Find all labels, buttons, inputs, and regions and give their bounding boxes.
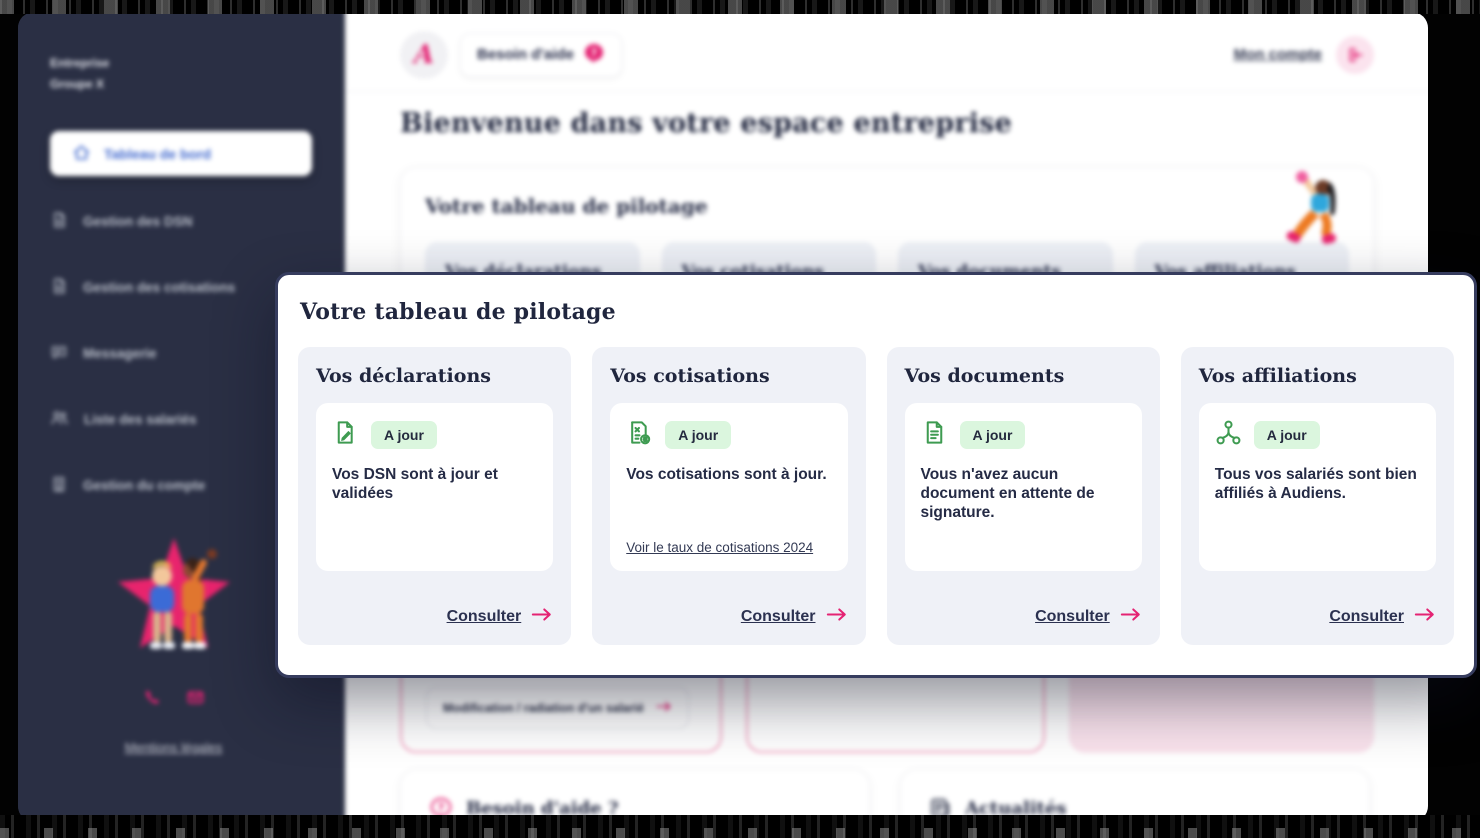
status-badge: A jour <box>960 421 1026 449</box>
card-status-box: A jour Vos DSN sont à jour et validées <box>316 403 553 571</box>
company-name: Groupe X <box>50 74 345 95</box>
arrow-right-icon <box>826 607 848 627</box>
consulter-link[interactable]: Consulter <box>741 608 816 626</box>
sidebar-item-label: Liste des salariés <box>84 412 197 427</box>
card-status-box: A jour Vos cotisations sont à jour. Voir… <box>610 403 847 571</box>
org-nodes-icon <box>1215 419 1242 451</box>
card-status-box: A jour Vous n'avez aucun document en att… <box>905 403 1142 571</box>
logo: A <box>400 31 448 79</box>
taux-cotisations-link[interactable]: Voir le taux de cotisations 2024 <box>626 540 831 555</box>
card-title: Vos documents <box>905 365 1142 387</box>
card-declarations: Vos déclarations A jour Vos DSN sont à j… <box>298 347 571 645</box>
topbar: A Besoin d'aide ? Mon compte <box>345 12 1428 92</box>
arrow-right-icon <box>531 607 553 627</box>
document-icon <box>921 419 948 451</box>
sidebar-item-label: Gestion des cotisations <box>83 280 235 295</box>
logo-letter: A <box>414 40 434 70</box>
card-title: Vos affiliations <box>1199 365 1436 387</box>
document-euro-icon <box>626 419 653 451</box>
arrow-right-icon <box>656 701 672 715</box>
help-button[interactable]: Besoin d'aide ? <box>460 33 622 77</box>
document-edit-icon <box>332 419 359 451</box>
chat-icon <box>50 343 68 364</box>
sidebar-item-gestion-des-dsn[interactable]: Gestion des DSN <box>50 206 345 236</box>
status-message: Tous vos salariés sont bien affiliés à A… <box>1215 465 1420 503</box>
torn-edge-top <box>0 0 1480 14</box>
page-title: Bienvenue dans votre espace entreprise <box>400 108 1428 139</box>
question-bubble-icon: ? <box>583 42 605 68</box>
arrow-right-icon <box>1414 607 1436 627</box>
status-message: Vous n'avez aucun document en attente de… <box>921 465 1126 523</box>
consulter-link[interactable]: Consulter <box>1035 608 1110 626</box>
building-icon <box>50 475 68 496</box>
document-icon <box>50 211 68 232</box>
company-label: Entreprise <box>50 53 345 74</box>
mentions-legales-link[interactable]: Mentions légales <box>50 740 297 755</box>
sidebar-item-label: Gestion du compte <box>83 478 205 493</box>
card-title: Vos déclarations <box>316 365 553 387</box>
svg-text:?: ? <box>591 46 597 59</box>
logout-icon[interactable] <box>1336 36 1374 74</box>
sidebar-item-label: Messagerie <box>83 346 157 361</box>
overlay-title: Votre tableau de pilotage <box>300 299 1454 325</box>
modification-radiation-button[interactable]: Modification / radiation d'un salarié <box>426 687 689 729</box>
phone-icon[interactable] <box>143 688 162 712</box>
document-icon <box>50 277 68 298</box>
screenshot-stage: Entreprise Groupe X Tableau de bord Gest… <box>0 0 1480 838</box>
card-title: Vos cotisations <box>610 365 847 387</box>
panel-title: Votre tableau de pilotage <box>425 194 1349 218</box>
card-affiliations: Vos affiliations A jour Tous vos salarié… <box>1181 347 1454 645</box>
help-button-label: Besoin d'aide <box>477 46 574 63</box>
svg-text:?: ? <box>438 800 445 814</box>
mail-icon[interactable] <box>186 688 205 712</box>
home-icon <box>72 143 91 165</box>
status-badge: A jour <box>1254 421 1320 449</box>
sidebar-item-label: Tableau de bord <box>104 146 211 162</box>
consulter-link[interactable]: Consulter <box>447 608 522 626</box>
mon-compte-link[interactable]: Mon compte <box>1234 46 1322 63</box>
torn-edge-bottom <box>0 815 1480 838</box>
sidebar-illustration <box>50 536 297 664</box>
status-badge: A jour <box>665 421 731 449</box>
people-icon <box>50 408 69 430</box>
card-documents: Vos documents A jour Vous n'avez aucun d… <box>887 347 1160 645</box>
sidebar-item-tableau-de-bord[interactable]: Tableau de bord <box>50 131 312 176</box>
consulter-link[interactable]: Consulter <box>1329 608 1404 626</box>
sidebar-item-label: Gestion des DSN <box>83 214 193 229</box>
status-badge: A jour <box>371 421 437 449</box>
card-status-box: A jour Tous vos salariés sont bien affil… <box>1199 403 1436 571</box>
card-cotisations: Vos cotisations A jour Vos cotisations s… <box>592 347 865 645</box>
status-message: Vos cotisations sont à jour. <box>626 465 831 484</box>
status-message: Vos DSN sont à jour et validées <box>332 465 537 503</box>
dancer-illustration <box>1285 170 1349 261</box>
arrow-right-icon <box>1120 607 1142 627</box>
pilotage-overlay-panel: Votre tableau de pilotage Vos déclaratio… <box>275 272 1477 678</box>
